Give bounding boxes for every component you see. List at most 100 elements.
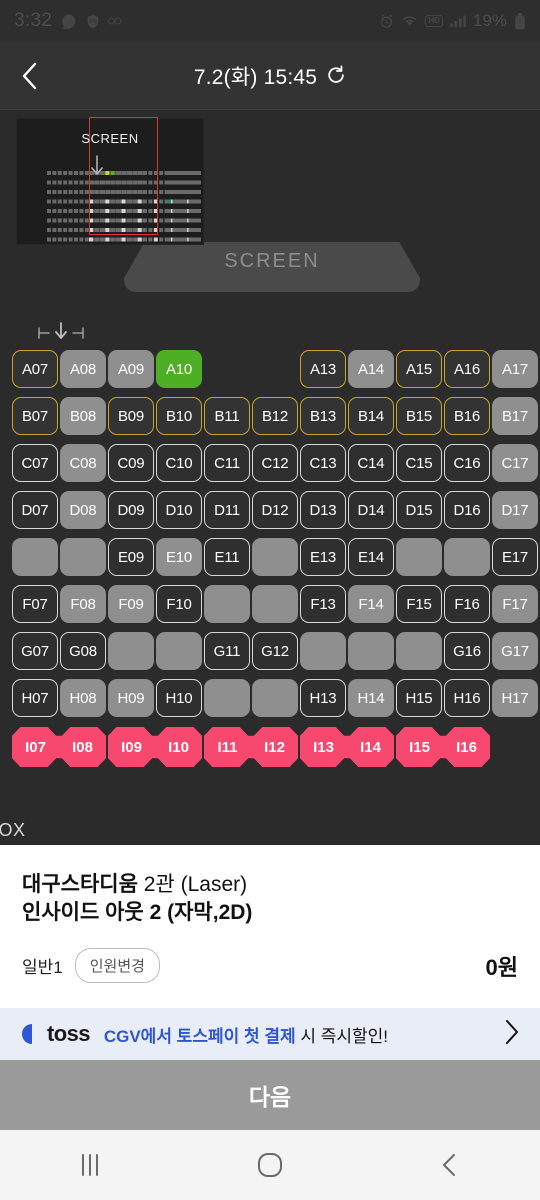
seat-B16[interactable]: B16 [444,397,490,435]
seat-E09[interactable]: E09 [108,538,154,576]
svg-text:EN: EN [89,18,97,24]
seat-C07[interactable]: C07 [12,444,58,482]
seat-F15[interactable]: F15 [396,585,442,623]
seat-C15[interactable]: C15 [396,444,442,482]
banner-chevron[interactable] [503,1019,520,1050]
seat-H10[interactable]: H10 [156,679,202,717]
banner-highlight-text: CGV에서 토스페이 첫 결제 [103,1026,296,1046]
seat-D17: D17 [492,491,538,529]
seat-E14[interactable]: E14 [348,538,394,576]
seat-H09: H09 [108,679,154,717]
status-right-icons: HD 19% [379,11,526,31]
seat-B09[interactable]: B09 [108,397,154,435]
recents-button[interactable] [45,1152,135,1178]
seat-G12[interactable]: G12 [252,632,298,670]
seat-C13[interactable]: C13 [300,444,346,482]
seat-D12[interactable]: D12 [252,491,298,529]
seat-empty-H11 [204,679,250,717]
seat-couple-I13-I14[interactable]: I13 I14 [300,727,394,767]
theater-line: 대구스타디움 2관 (Laser) [22,871,518,899]
seat-C17: C17 [492,444,538,482]
hd-badge-icon: HD [425,15,443,27]
seat-C14[interactable]: C14 [348,444,394,482]
seat-B13[interactable]: B13 [300,397,346,435]
home-button[interactable] [225,1151,315,1179]
seat-couple-I15-I16[interactable]: I15 I16 [396,727,490,767]
seat-B07[interactable]: B07 [12,397,58,435]
seat-grid[interactable]: A07A08A09A10A13A14A15A16A17A18B07B08B09B… [0,111,540,845]
recents-icon [82,1154,98,1176]
seat-label: I16 [456,738,477,756]
seat-C12[interactable]: C12 [252,444,298,482]
toss-promo-banner[interactable]: toss CGV에서 토스페이 첫 결제 시 즉시할인! [0,1008,540,1060]
seat-F13[interactable]: F13 [300,585,346,623]
seat-A13[interactable]: A13 [300,350,346,388]
seat-B15[interactable]: B15 [396,397,442,435]
ticket-row: 일반1 인원변경 0원 [22,948,518,984]
seat-G08[interactable]: G08 [60,632,106,670]
seat-F07[interactable]: F07 [12,585,58,623]
banner-rest-text: 시 즉시할인! [295,1026,388,1046]
seat-H07[interactable]: H07 [12,679,58,717]
booking-info-panel: 대구스타디움 2관 (Laser) 인사이드 아웃 2 (자막,2D) 일반1 … [0,845,540,1008]
seat-E11[interactable]: E11 [204,538,250,576]
seat-H14: H14 [348,679,394,717]
seat-D15[interactable]: D15 [396,491,442,529]
seat-map-area[interactable]: SCREEN SCREEN A07 A08 A09 A10 A13 A14 A15 A16 A1… [0,111,540,845]
seat-E17[interactable]: E17 [492,538,538,576]
seat-G11[interactable]: G11 [204,632,250,670]
seat-A10[interactable]: A10 [156,350,202,388]
seat-G17: G17 [492,632,538,670]
seat-couple-I11-I12[interactable]: I11 I12 [204,727,298,767]
page-title: 7.2(화) 15:45 [193,65,318,89]
next-button[interactable]: 다음 [0,1060,540,1130]
seat-B14[interactable]: B14 [348,397,394,435]
seat-D09[interactable]: D09 [108,491,154,529]
seat-E13[interactable]: E13 [300,538,346,576]
seat-empty-G10 [156,632,202,670]
seat-A15[interactable]: A15 [396,350,442,388]
seat-H16[interactable]: H16 [444,679,490,717]
theater-name: 대구스타디움 [22,873,138,896]
seat-A16[interactable]: A16 [444,350,490,388]
seat-C10[interactable]: C10 [156,444,202,482]
seat-C09[interactable]: C09 [108,444,154,482]
seat-C08: C08 [60,444,106,482]
seat-D16[interactable]: D16 [444,491,490,529]
nav-back-button[interactable] [405,1152,495,1178]
seat-G07[interactable]: G07 [12,632,58,670]
seat-B11[interactable]: B11 [204,397,250,435]
status-left-icons: EN [61,13,122,30]
seat-A07[interactable]: A07 [12,350,58,388]
seat-D10[interactable]: D10 [156,491,202,529]
seat-B10[interactable]: B10 [156,397,202,435]
seat-D14[interactable]: D14 [348,491,394,529]
change-count-button[interactable]: 인원변경 [74,948,160,984]
seat-F16[interactable]: F16 [444,585,490,623]
seat-label: I14 [360,738,381,756]
refresh-icon[interactable] [326,65,346,87]
seat-C16[interactable]: C16 [444,444,490,482]
seat-H17: H17 [492,679,538,717]
box-label: BOX [0,820,26,840]
seat-empty-F11 [204,585,250,623]
seat-F10[interactable]: F10 [156,585,202,623]
seat-couple-I09-I10[interactable]: I09 I10 [108,727,202,767]
seat-label: I08 [72,738,93,756]
seat-label: I10 [168,738,189,756]
seat-G16[interactable]: G16 [444,632,490,670]
seat-C11[interactable]: C11 [204,444,250,482]
seat-empty-E12 [252,538,298,576]
seat-D13[interactable]: D13 [300,491,346,529]
seat-D11[interactable]: D11 [204,491,250,529]
ticket-grade: 일반1 [22,958,63,978]
seat-couple-I07-I08[interactable]: I07 I08 [12,727,106,767]
seat-A14: A14 [348,350,394,388]
seat-F14: F14 [348,585,394,623]
seat-D07[interactable]: D07 [12,491,58,529]
messenger-icon [62,13,76,29]
status-time: 3:32 [14,10,53,31]
seat-H15[interactable]: H15 [396,679,442,717]
seat-H13[interactable]: H13 [300,679,346,717]
seat-B12[interactable]: B12 [252,397,298,435]
